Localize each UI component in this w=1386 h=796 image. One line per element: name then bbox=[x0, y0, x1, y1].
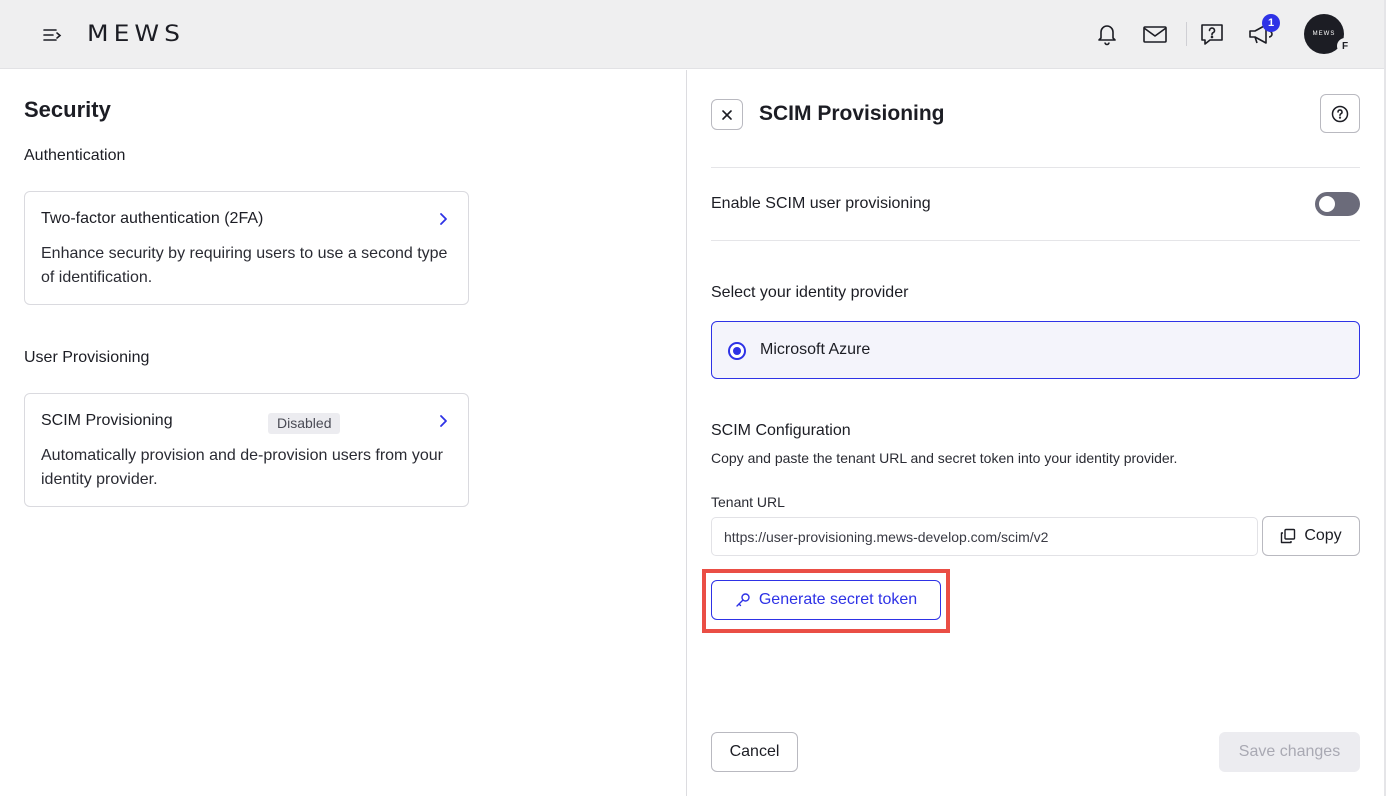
generate-token-label: Generate secret token bbox=[758, 591, 918, 608]
copy-button[interactable]: Copy bbox=[1262, 516, 1360, 556]
copy-button-label: Copy bbox=[1304, 527, 1342, 544]
tenant-url-label: Tenant URL bbox=[711, 494, 785, 510]
enable-scim-toggle[interactable] bbox=[1315, 192, 1360, 216]
chevron-right-icon bbox=[440, 415, 447, 427]
two-factor-card[interactable]: Two-factor authentication (2FA) Enhance … bbox=[24, 191, 469, 305]
close-button[interactable] bbox=[711, 99, 743, 130]
avatar-initial: F bbox=[1337, 38, 1353, 54]
enable-scim-label: Enable SCIM user provisioning bbox=[711, 195, 931, 212]
card-description: Automatically provision and de-provision… bbox=[41, 447, 443, 488]
close-icon bbox=[722, 109, 732, 120]
help-button[interactable] bbox=[1320, 94, 1360, 133]
page-title: Security bbox=[24, 97, 111, 122]
divider bbox=[711, 240, 1360, 241]
mail-icon[interactable] bbox=[1142, 21, 1168, 47]
card-title: Two-factor authentication (2FA) bbox=[41, 210, 264, 227]
radio-selected-icon[interactable] bbox=[728, 342, 746, 360]
card-title: SCIM Provisioning bbox=[41, 412, 173, 429]
topbar-divider bbox=[1186, 22, 1187, 46]
save-changes-button[interactable]: Save changes bbox=[1219, 732, 1360, 772]
scim-configuration-description: Copy and paste the tenant URL and secret… bbox=[711, 450, 1178, 466]
key-icon bbox=[736, 593, 750, 607]
card-description: Enhance security by requiring users to u… bbox=[41, 245, 448, 286]
mews-logo[interactable]: MEWS bbox=[87, 20, 185, 46]
panel-title: SCIM Provisioning bbox=[759, 102, 945, 125]
select-provider-label: Select your identity provider bbox=[711, 284, 909, 301]
user-provisioning-section-title: User Provisioning bbox=[24, 349, 150, 366]
bell-icon[interactable] bbox=[1094, 21, 1120, 47]
notification-badge: 1 bbox=[1262, 14, 1280, 32]
provider-option-azure[interactable]: Microsoft Azure bbox=[711, 321, 1360, 379]
toggle-knob bbox=[1319, 196, 1335, 212]
menu-icon[interactable] bbox=[42, 25, 62, 45]
scim-provisioning-card[interactable]: SCIM Provisioning Disabled Automatically… bbox=[24, 393, 469, 507]
help-circle-icon bbox=[1331, 105, 1349, 122]
provider-option-label: Microsoft Azure bbox=[760, 341, 871, 358]
scim-configuration-title: SCIM Configuration bbox=[711, 422, 851, 439]
scim-detail-panel: SCIM Provisioning Enable SCIM user provi… bbox=[687, 70, 1386, 796]
tenant-url-field[interactable] bbox=[711, 517, 1258, 556]
generate-secret-token-button[interactable]: Generate secret token bbox=[711, 580, 941, 620]
divider bbox=[711, 167, 1360, 168]
copy-icon bbox=[1281, 528, 1296, 544]
chevron-right-icon bbox=[440, 213, 447, 225]
cancel-button[interactable]: Cancel bbox=[711, 732, 798, 772]
status-badge: Disabled bbox=[268, 413, 341, 434]
authentication-section-title: Authentication bbox=[24, 147, 126, 164]
security-settings-panel: Security Authentication Two-factor authe… bbox=[0, 70, 686, 796]
help-chat-icon[interactable] bbox=[1199, 21, 1225, 47]
top-bar: MEWS 1 MEWS F bbox=[0, 0, 1386, 69]
